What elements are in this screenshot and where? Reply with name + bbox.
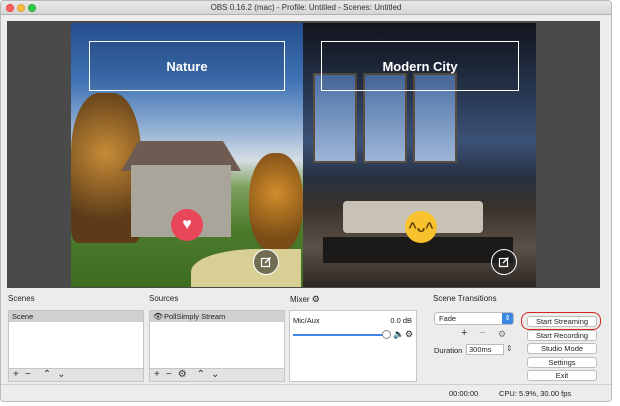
studio-mode-button[interactable]: Studio Mode [527, 343, 597, 354]
stepper-icon[interactable]: ⇕ [506, 344, 513, 353]
move-down-icon[interactable]: ⌄ [211, 369, 219, 381]
cpu-status: CPU: 5.9%, 30.00 fps [499, 389, 572, 398]
remove-icon[interactable]: − [25, 369, 31, 381]
edit-icon[interactable] [491, 249, 517, 275]
transition-selected: Fade [439, 314, 457, 323]
list-item[interactable]: Scene [9, 311, 143, 322]
list-item[interactable]: 👁 PollSimply Stream [150, 311, 284, 322]
move-up-icon[interactable]: ⌃ [43, 369, 51, 381]
start-recording-button[interactable]: Start Recording [527, 330, 597, 341]
add-icon[interactable]: + [154, 369, 160, 381]
city-label[interactable]: Modern City [321, 41, 519, 91]
window-title: OBS 0.16.2 (mac) - Profile: Untitled - S… [210, 3, 402, 12]
preview-canvas[interactable]: Nature Modern City ♥ ^ᴗ^ [71, 23, 536, 287]
obs-window: OBS 0.16.2 (mac) - Profile: Untitled - S… [0, 0, 612, 402]
tree-image [249, 153, 303, 253]
gear-icon[interactable]: ⚙ [178, 369, 187, 381]
close-window-button[interactable] [6, 4, 14, 12]
volume-slider-track[interactable] [293, 334, 385, 336]
mixer-title: Mixer ⚙ [290, 294, 320, 305]
start-streaming-button[interactable]: Start Streaming [527, 316, 597, 327]
sources-toolbar: + − ⚙ ⌃ ⌄ [150, 368, 284, 381]
speaker-mute-icon[interactable]: 🔈 [393, 329, 404, 340]
sources-list[interactable]: 👁 PollSimply Stream + − ⚙ ⌃ ⌄ [149, 310, 285, 382]
gear-icon[interactable]: ⚙ [405, 329, 413, 340]
visibility-eye-icon[interactable]: 👁 [153, 311, 163, 322]
gear-icon[interactable]: ⚙ [498, 329, 506, 340]
scenes-toolbar: + − ⌃ ⌄ [9, 368, 143, 381]
move-down-icon[interactable]: ⌄ [57, 369, 65, 381]
maximize-window-button[interactable] [28, 4, 36, 12]
preview-area[interactable]: Nature Modern City ♥ ^ᴗ^ [7, 21, 600, 288]
sources-title: Sources [149, 294, 179, 303]
exit-button[interactable]: Exit [527, 370, 597, 381]
scenes-list[interactable]: Scene + − ⌃ ⌄ [8, 310, 144, 382]
move-up-icon[interactable]: ⌃ [197, 369, 205, 381]
mixer-panel: Mic/Aux 0.0 dB 🔈 ⚙ [289, 310, 417, 382]
status-bar: 00:00:00 CPU: 5.9%, 30.00 fps [1, 384, 611, 401]
channel-level: 0.0 dB [390, 316, 412, 325]
remove-icon[interactable]: − [479, 327, 485, 339]
laughing-face-icon[interactable]: ^ᴗ^ [405, 211, 437, 243]
add-icon[interactable]: + [13, 369, 19, 381]
channel-name: Mic/Aux [293, 316, 320, 325]
mixer-title-label: Mixer [290, 295, 310, 304]
gear-icon[interactable]: ⚙ [312, 294, 320, 304]
scenes-title: Scenes [8, 294, 35, 303]
garden-path [191, 249, 301, 287]
nature-label[interactable]: Nature [89, 41, 285, 91]
volume-slider-knob[interactable] [382, 330, 391, 339]
remove-icon[interactable]: − [166, 369, 172, 381]
add-icon[interactable]: + [461, 327, 467, 339]
duration-field[interactable]: 300ms [466, 344, 504, 355]
edit-icon[interactable] [253, 249, 279, 275]
source-name: PollSimply Stream [164, 312, 226, 321]
duration-label: Duration [434, 346, 463, 355]
heart-icon[interactable]: ♥ [171, 209, 203, 241]
transitions-title: Scene Transitions [433, 294, 497, 303]
chevron-updown-icon[interactable]: ⇕ [502, 313, 513, 324]
settings-button[interactable]: Settings [527, 357, 597, 368]
minimize-window-button[interactable] [17, 4, 25, 12]
transition-select[interactable]: Fade ⇕ [434, 312, 514, 325]
stream-time: 00:00:00 [449, 389, 479, 398]
title-bar: OBS 0.16.2 (mac) - Profile: Untitled - S… [1, 1, 611, 15]
